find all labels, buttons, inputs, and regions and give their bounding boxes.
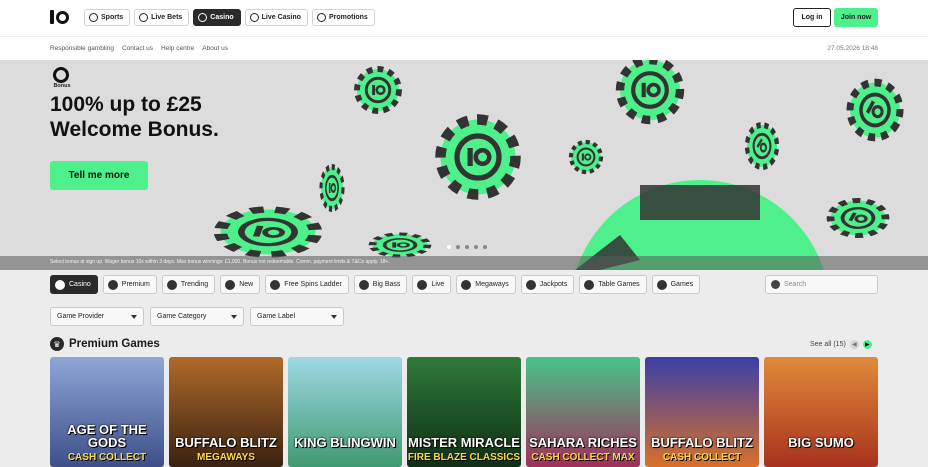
category-free-spins-ladder[interactable]: Free Spins Ladder <box>265 275 349 294</box>
casino-icon <box>198 13 208 22</box>
link-help-centre[interactable]: Help centre <box>161 45 194 52</box>
join-now-button[interactable]: Join now <box>834 8 878 27</box>
category-live[interactable]: Live <box>412 275 452 294</box>
trending-icon <box>166 279 177 290</box>
game-tile[interactable]: BUFFALO BLITZ MEGAWAYS <box>169 357 283 467</box>
category-games[interactable]: Games <box>651 275 701 294</box>
tab-sports[interactable]: Sports <box>84 9 131 26</box>
terms-strip: Select bonus at sign up. Wager bonus 10x… <box>0 256 928 270</box>
chevron-down-icon <box>131 314 137 319</box>
login-button[interactable]: Log in <box>793 8 831 27</box>
game-category-select[interactable]: Game Category <box>150 307 244 326</box>
tab-live-casino[interactable]: Live Casino <box>244 9 308 26</box>
sports-icon <box>89 13 98 22</box>
jackpot-icon <box>525 279 536 290</box>
hero-title: 100% up to £25 Welcome Bonus. <box>50 93 219 141</box>
tab-promotions[interactable]: Promotions <box>311 9 375 26</box>
link-about-us[interactable]: About us <box>202 45 228 52</box>
game-tile[interactable]: AGE OF THE GODS CASH COLLECT <box>50 357 164 467</box>
chevron-down-icon <box>331 314 337 319</box>
link-contact-us[interactable]: Contact us <box>122 45 153 52</box>
ladder-icon <box>270 279 281 290</box>
section-title: Premium Games <box>69 338 160 350</box>
utility-bar: Responsible gambling Contact us Help cen… <box>0 36 928 60</box>
game-label-select[interactable]: Game Label <box>250 307 344 326</box>
crown-icon: ♛ <box>50 337 64 351</box>
live-bets-icon <box>139 13 149 22</box>
game-tile[interactable]: BIG SUMO <box>764 357 878 467</box>
current-datetime: 27.05.2026 18:48 <box>827 45 878 52</box>
search-icon <box>771 280 780 289</box>
carousel-dots <box>447 245 487 249</box>
premium-games-header: ♛ Premium Games <box>50 337 160 351</box>
carousel-dot[interactable] <box>474 245 478 249</box>
next-arrow-icon[interactable]: ▶ <box>862 340 872 349</box>
utility-links: Responsible gambling Contact us Help cen… <box>50 45 228 52</box>
see-all-controls: See all (15) ◀ ▶ <box>810 340 872 349</box>
link-responsible-gambling[interactable]: Responsible gambling <box>50 45 114 52</box>
dropdown-filters: Game Provider Game Category Game Label <box>50 307 344 326</box>
game-tile[interactable]: BUFFALO BLITZ CASH COLLECT <box>645 357 759 467</box>
casino-icon <box>55 279 65 290</box>
product-tabs: Sports Live Bets Casino Live Casino Prom… <box>84 9 375 26</box>
bonus-chip-icon <box>53 67 69 83</box>
category-megaways[interactable]: Megaways <box>456 275 516 294</box>
premium-icon <box>107 279 118 290</box>
game-tile[interactable]: SAHARA RICHES CASH COLLECT MAX <box>526 357 640 467</box>
category-filters: Casino Premium Trending New Free Spins L… <box>50 275 701 294</box>
new-icon <box>225 279 236 290</box>
category-big-bass[interactable]: Big Bass <box>353 275 408 294</box>
tab-casino[interactable]: Casino <box>193 9 241 26</box>
fish-icon <box>358 279 369 290</box>
category-premium[interactable]: Premium <box>102 275 157 294</box>
carousel-dot[interactable] <box>447 245 451 249</box>
bonus-badge: Bonus <box>50 67 74 89</box>
chevron-down-icon <box>231 314 237 319</box>
category-trending[interactable]: Trending <box>161 275 216 294</box>
top-navbar: Sports Live Bets Casino Live Casino Prom… <box>0 0 928 36</box>
live-casino-icon <box>249 13 259 22</box>
tab-live-bets[interactable]: Live Bets <box>134 9 190 26</box>
tell-me-more-button[interactable]: Tell me more <box>50 161 148 190</box>
terms-text: Select bonus at sign up. Wager bonus 10x… <box>50 259 390 265</box>
promotions-icon <box>316 13 326 22</box>
category-new[interactable]: New <box>220 275 261 294</box>
table-games-icon <box>584 279 595 290</box>
carousel-dot[interactable] <box>465 245 469 249</box>
carousel-dot[interactable] <box>456 245 460 249</box>
see-all-link[interactable]: See all (15) <box>810 341 846 348</box>
live-icon <box>417 279 428 290</box>
game-provider-select[interactable]: Game Provider <box>50 307 144 326</box>
game-tile[interactable]: KING BLINGWIN <box>288 357 402 467</box>
previous-arrow-icon[interactable]: ◀ <box>849 340 859 349</box>
premium-games-row: AGE OF THE GODS CASH COLLECT BUFFALO BLI… <box>50 357 878 467</box>
category-jackpots[interactable]: Jackpots <box>520 275 575 294</box>
category-casino[interactable]: Casino <box>50 275 98 294</box>
category-table-games[interactable]: Table Games <box>579 275 647 294</box>
search-input[interactable]: Search <box>765 275 878 294</box>
games-icon <box>656 279 667 290</box>
brand-logo[interactable] <box>50 8 72 26</box>
hero-banner[interactable]: Bonus 100% up to £25 Welcome Bonus. Tell… <box>0 60 928 270</box>
carousel-dot[interactable] <box>483 245 487 249</box>
megaways-icon <box>461 279 472 290</box>
game-tile[interactable]: MISTER MIRACLE FIRE BLAZE CLASSICS <box>407 357 521 467</box>
